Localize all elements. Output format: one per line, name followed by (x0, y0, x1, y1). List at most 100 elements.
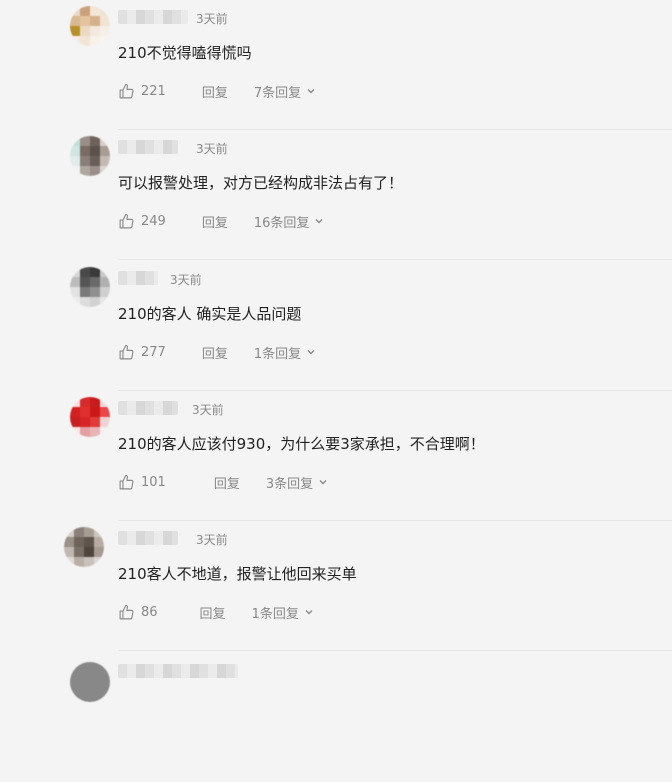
thumbs-up-icon (119, 344, 134, 359)
avatar-pixel (70, 16, 80, 26)
username-redacted[interactable] (118, 140, 178, 154)
avatar-pixel (100, 397, 110, 407)
reply-count: 1条回复 (253, 346, 302, 362)
avatar-pixel (100, 287, 110, 297)
avatar-pixel (100, 427, 110, 437)
avatar[interactable] (70, 136, 110, 176)
avatar-pixel (90, 287, 100, 297)
avatar[interactable] (70, 397, 110, 437)
username-redacted[interactable] (118, 10, 188, 24)
avatar-pixel (90, 36, 100, 46)
avatar-pixel (80, 36, 90, 46)
comment-item: 3天前 可以报警处理，对方已经构成非法占有了！ 249 回复 16条回复 (0, 130, 672, 260)
view-replies-button[interactable]: 16条回复 (254, 212, 325, 231)
like-button[interactable]: 101 (118, 474, 166, 491)
avatar-pixel (70, 267, 80, 277)
avatar-pixel (80, 267, 90, 277)
avatar-pixel (80, 6, 90, 16)
avatar-pixel (100, 156, 110, 166)
avatar-pixel (74, 537, 84, 547)
avatar-pixel (80, 407, 90, 417)
avatar-pixel (70, 166, 80, 176)
thumbs-up-icon (119, 474, 134, 489)
avatar-pixel (100, 407, 110, 417)
avatar-pixel (80, 277, 90, 287)
avatar-pixel (90, 136, 100, 146)
comment-actions: 277 回复 1条回复 (118, 342, 316, 362)
avatar-pixel (80, 26, 90, 36)
avatar-pixel (80, 287, 90, 297)
username-redacted[interactable] (118, 401, 178, 415)
username-redacted[interactable] (118, 531, 178, 545)
comment-text: 210的客人 确实是人品问题 (118, 305, 302, 323)
avatar-pixel (80, 166, 90, 176)
avatar-pixel (70, 156, 80, 166)
avatar-pixel (80, 397, 90, 407)
avatar-pixel (80, 16, 90, 26)
avatar[interactable] (64, 527, 104, 567)
avatar-pixel (84, 527, 94, 537)
thumbs-up-icon (119, 604, 134, 619)
comment-text: 210的客人应该付930，为什么要3家承担，不合理啊！ (118, 435, 485, 453)
avatar-pixel (90, 397, 100, 407)
like-count: 101 (141, 474, 166, 490)
avatar[interactable] (70, 267, 110, 307)
comment-item (0, 652, 672, 782)
avatar-pixel (74, 527, 84, 537)
thumbs-up-icon (119, 83, 134, 98)
avatar-pixel (70, 407, 80, 417)
reply-button[interactable]: 回复 (214, 473, 240, 492)
username-redacted[interactable] (118, 664, 238, 678)
view-replies-button[interactable]: 1条回复 (254, 343, 316, 362)
avatar-pixel (90, 146, 100, 156)
avatar-pixel (90, 417, 100, 427)
avatar-pixel (90, 26, 100, 36)
chevron-down-icon (315, 219, 323, 224)
avatar-pixel (70, 287, 80, 297)
username-redacted[interactable] (118, 271, 158, 285)
like-button[interactable]: 249 (118, 213, 166, 230)
reply-count: 16条回复 (253, 215, 310, 231)
view-replies-button[interactable]: 7条回复 (254, 82, 316, 101)
like-button[interactable]: 221 (118, 83, 166, 100)
avatar-pixel (90, 156, 100, 166)
avatar[interactable] (70, 6, 110, 46)
comment-time: 3天前 (192, 403, 224, 417)
comment-text: 210不觉得嗑得慌吗 (118, 44, 252, 62)
comment-item: 3天前 210不觉得嗑得慌吗 221 回复 7条回复 (0, 0, 672, 130)
comment-item: 3天前 210的客人 确实是人品问题 277 回复 1条回复 (0, 261, 672, 391)
chevron-down-icon (305, 610, 313, 615)
avatar-pixel (70, 277, 80, 287)
avatar-pixel (70, 417, 80, 427)
avatar-pixel (90, 297, 100, 307)
avatar-pixel (94, 527, 104, 537)
like-count: 221 (141, 83, 166, 99)
comment-actions: 86 回复 1条回复 (118, 602, 314, 622)
avatar-pixel (90, 407, 100, 417)
avatar-pixel (70, 397, 80, 407)
comment-actions: 101 回复 3条回复 (118, 472, 328, 492)
avatar-pixel (70, 6, 80, 16)
avatar[interactable] (70, 662, 110, 702)
avatar-pixel (70, 136, 80, 146)
avatar-pixel (80, 297, 90, 307)
avatar-pixel (100, 6, 110, 16)
reply-button[interactable]: 回复 (202, 212, 228, 231)
reply-button[interactable]: 回复 (202, 82, 228, 101)
like-count: 249 (141, 213, 166, 229)
divider (118, 650, 672, 651)
like-count: 86 (141, 604, 158, 620)
avatar-pixel (70, 146, 80, 156)
avatar-pixel (100, 16, 110, 26)
avatar-pixel (80, 427, 90, 437)
comment-time: 3天前 (170, 273, 202, 287)
view-replies-button[interactable]: 3条回复 (266, 473, 328, 492)
view-replies-button[interactable]: 1条回复 (252, 603, 314, 622)
reply-button[interactable]: 回复 (202, 343, 228, 362)
avatar-pixel (94, 547, 104, 557)
reply-button[interactable]: 回复 (200, 603, 226, 622)
avatar-pixel (80, 136, 90, 146)
like-button[interactable]: 86 (118, 604, 158, 621)
like-button[interactable]: 277 (118, 344, 166, 361)
avatar-pixel (94, 537, 104, 547)
